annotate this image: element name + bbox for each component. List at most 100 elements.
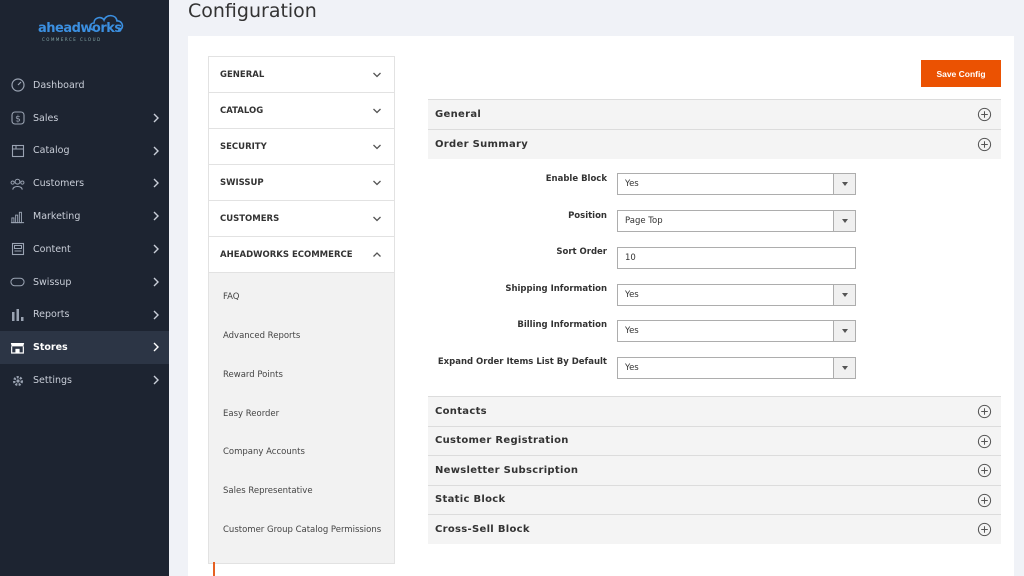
expand-plus-icon bbox=[977, 404, 992, 419]
layout-icon bbox=[10, 242, 25, 257]
reports-icon bbox=[10, 307, 25, 322]
tree-section-label: GENERAL bbox=[220, 69, 265, 80]
box-icon bbox=[10, 143, 25, 158]
nav-label: Content bbox=[33, 243, 71, 255]
nav-label: Customers bbox=[33, 178, 85, 190]
page-title: Configuration bbox=[188, 0, 317, 22]
expand-plus-icon bbox=[977, 137, 992, 152]
field-label-enable-block: Enable Block bbox=[545, 174, 607, 184]
tree-item-sales-representative[interactable]: Sales Representative bbox=[223, 486, 383, 497]
tree-item-customer-group-catalog-permissions[interactable]: Customer Group Catalog Permissions bbox=[223, 525, 383, 536]
nav-label: Settings bbox=[33, 375, 72, 387]
nav-label: Catalog bbox=[33, 145, 70, 157]
nav-item-reports[interactable]: Reports bbox=[0, 299, 169, 332]
bar-chart-icon bbox=[10, 209, 25, 224]
shipping-information-select[interactable]: Yes bbox=[617, 284, 856, 306]
select-value: Yes bbox=[625, 363, 639, 373]
group-cross-sell-block[interactable]: Cross-Sell Block bbox=[428, 514, 1001, 544]
tree-section-catalog[interactable]: CATALOG bbox=[209, 93, 394, 129]
gear-icon bbox=[10, 373, 25, 388]
dropdown-arrow-icon bbox=[833, 321, 855, 341]
group-general[interactable]: General bbox=[428, 99, 1001, 129]
position-select[interactable]: Page Top bbox=[617, 210, 856, 232]
select-value: Page Top bbox=[625, 216, 663, 226]
nav-item-dashboard[interactable]: Dashboard bbox=[0, 69, 169, 102]
nav-label: Dashboard bbox=[33, 79, 85, 91]
dollar-icon: $ bbox=[10, 111, 25, 126]
main-nav: Dashboard $ Sales Catalog Customers Mark… bbox=[0, 69, 169, 397]
tree-item-company-accounts[interactable]: Company Accounts bbox=[223, 447, 383, 458]
select-value: Yes bbox=[625, 179, 639, 189]
field-label-expand-order-items: Expand Order Items List By Default bbox=[437, 357, 607, 367]
nav-item-sales[interactable]: $ Sales bbox=[0, 102, 169, 135]
tree-item-advanced-reports[interactable]: Advanced Reports bbox=[223, 331, 383, 342]
group-title: Customer Registration bbox=[435, 435, 569, 447]
nav-label: Reports bbox=[33, 309, 70, 321]
brand-logo[interactable]: aheadworks COMMERCE CLOUD bbox=[38, 12, 130, 42]
field-label-sort-order: Sort Order bbox=[556, 247, 607, 257]
tree-section-swissup[interactable]: SWISSUP bbox=[209, 165, 394, 201]
group-customer-registration[interactable]: Customer Registration bbox=[428, 425, 1001, 455]
nav-item-customers[interactable]: Customers bbox=[0, 167, 169, 200]
svg-text:$: $ bbox=[15, 115, 21, 125]
group-order-summary[interactable]: Order Summary bbox=[428, 129, 1001, 159]
tree-section-label: CUSTOMERS bbox=[220, 213, 280, 224]
speedometer-icon bbox=[10, 78, 25, 93]
expand-order-items-select[interactable]: Yes bbox=[617, 357, 856, 379]
nav-item-marketing[interactable]: Marketing bbox=[0, 200, 169, 233]
nav-item-settings[interactable]: Settings bbox=[0, 364, 169, 397]
chevron-down-icon bbox=[373, 72, 381, 78]
select-value: Yes bbox=[625, 326, 639, 336]
dropdown-arrow-icon bbox=[833, 358, 855, 378]
chevron-right-icon bbox=[153, 375, 159, 385]
chevron-down-icon bbox=[373, 144, 381, 150]
chevron-right-icon bbox=[153, 342, 159, 352]
group-static-block[interactable]: Static Block bbox=[428, 484, 1001, 514]
chevron-right-icon bbox=[153, 244, 159, 254]
field-label-billing-information: Billing Information bbox=[517, 320, 607, 330]
nav-label: Stores bbox=[33, 342, 68, 354]
tree-item-easy-reorder[interactable]: Easy Reorder bbox=[223, 409, 383, 420]
save-config-button[interactable]: Save Config bbox=[921, 60, 1001, 87]
billing-information-select[interactable]: Yes bbox=[617, 320, 856, 342]
tree-section-label: SWISSUP bbox=[220, 177, 264, 188]
config-tree: GENERAL CATALOG SECURITY SWISSUP CUSTOME… bbox=[208, 56, 395, 564]
tree-section-security[interactable]: SECURITY bbox=[209, 129, 394, 165]
tree-item-reward-points[interactable]: Reward Points bbox=[223, 370, 383, 381]
dropdown-arrow-icon bbox=[833, 174, 855, 194]
nav-item-swissup[interactable]: Swissup bbox=[0, 266, 169, 299]
users-icon bbox=[10, 176, 25, 191]
tree-item-faq[interactable]: FAQ bbox=[223, 292, 383, 303]
tree-section-aheadworks-ecommerce[interactable]: AHEADWORKS ECOMMERCE bbox=[209, 237, 394, 273]
nav-item-catalog[interactable]: Catalog bbox=[0, 135, 169, 168]
nav-item-content[interactable]: Content bbox=[0, 233, 169, 266]
sort-order-input[interactable] bbox=[617, 247, 856, 269]
chevron-up-icon bbox=[373, 252, 381, 257]
tree-section-customers[interactable]: CUSTOMERS bbox=[209, 201, 394, 237]
chevron-right-icon bbox=[153, 146, 159, 156]
nav-label: Marketing bbox=[33, 211, 81, 223]
tree-section-label: SECURITY bbox=[220, 141, 267, 152]
group-contacts[interactable]: Contacts bbox=[428, 396, 1001, 426]
enable-block-select[interactable]: Yes bbox=[617, 173, 856, 195]
group-title: General bbox=[435, 108, 482, 120]
field-label-shipping-information: Shipping Information bbox=[505, 284, 607, 294]
expand-plus-icon bbox=[977, 107, 992, 122]
nav-item-stores[interactable]: Stores bbox=[0, 331, 169, 365]
expand-plus-icon bbox=[977, 434, 992, 448]
sidebar: aheadworks COMMERCE CLOUD Dashboard $ Sa… bbox=[0, 0, 169, 576]
chevron-down-icon bbox=[373, 180, 381, 186]
store-icon bbox=[10, 340, 25, 355]
expand-plus-icon bbox=[977, 493, 992, 507]
brand-tagline: COMMERCE CLOUD bbox=[42, 37, 102, 42]
dropdown-arrow-icon bbox=[833, 285, 855, 305]
group-title: Static Block bbox=[435, 494, 506, 506]
tree-section-general[interactable]: GENERAL bbox=[209, 57, 394, 93]
chevron-right-icon bbox=[153, 211, 159, 221]
nav-label: Swissup bbox=[33, 276, 72, 288]
nav-label: Sales bbox=[33, 112, 59, 124]
dropdown-arrow-icon bbox=[833, 211, 855, 231]
tree-section-label: AHEADWORKS ECOMMERCE bbox=[220, 249, 353, 260]
group-newsletter-subscription[interactable]: Newsletter Subscription bbox=[428, 455, 1001, 485]
chevron-down-icon bbox=[373, 216, 381, 222]
